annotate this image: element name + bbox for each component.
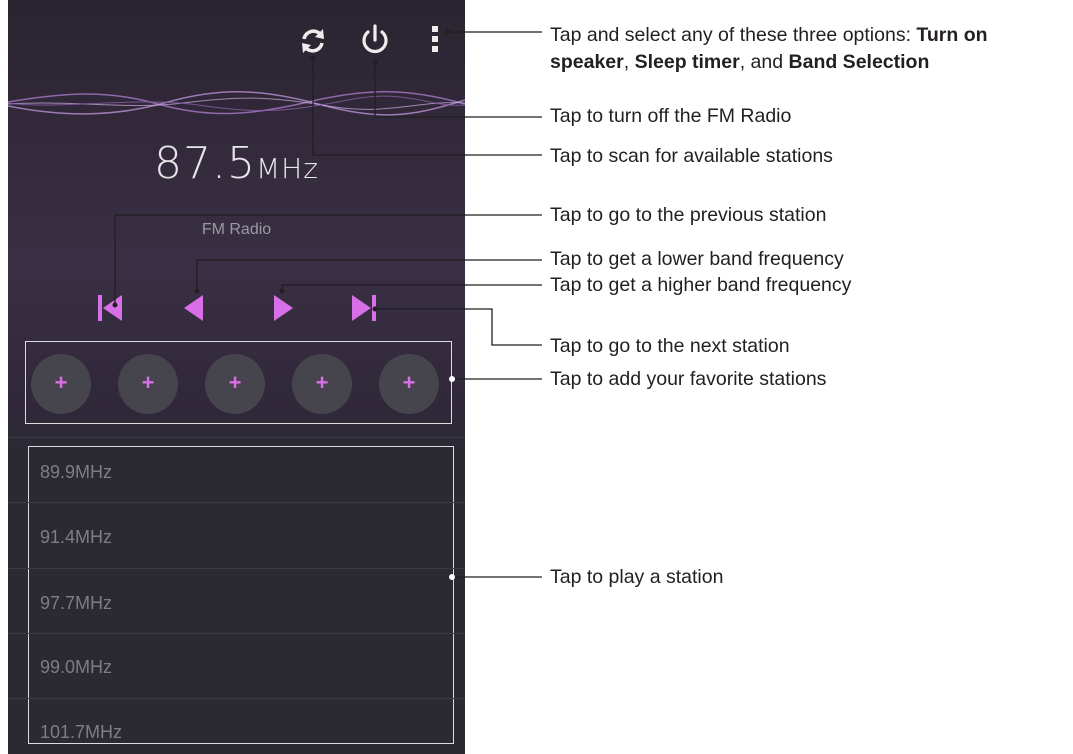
callout-lines — [112, 29, 542, 580]
annotation-menu-sep1: , — [623, 51, 635, 73]
annotation-higher: Tap to get a higher band frequency — [550, 274, 852, 296]
annotation-next: Tap to go to the next station — [550, 335, 790, 357]
annotation-menu-prefix: Tap and select any of these three option… — [550, 24, 917, 46]
annotation-menu: Tap and select any of these three option… — [550, 22, 1070, 76]
annotation-previous: Tap to go to the previous station — [550, 204, 827, 226]
annotation-menu-sep2: , and — [739, 51, 789, 73]
annotation-lower: Tap to get a lower band frequency — [550, 248, 844, 270]
annotation-power: Tap to turn off the FM Radio — [550, 105, 792, 127]
annotation-scan: Tap to scan for available stations — [550, 145, 833, 167]
option-band-selection: Band Selection — [788, 51, 930, 73]
annotation-play: Tap to play a station — [550, 566, 724, 588]
option-sleep-timer: Sleep timer — [634, 51, 740, 73]
annotation-favorites: Tap to add your favorite stations — [550, 368, 827, 390]
